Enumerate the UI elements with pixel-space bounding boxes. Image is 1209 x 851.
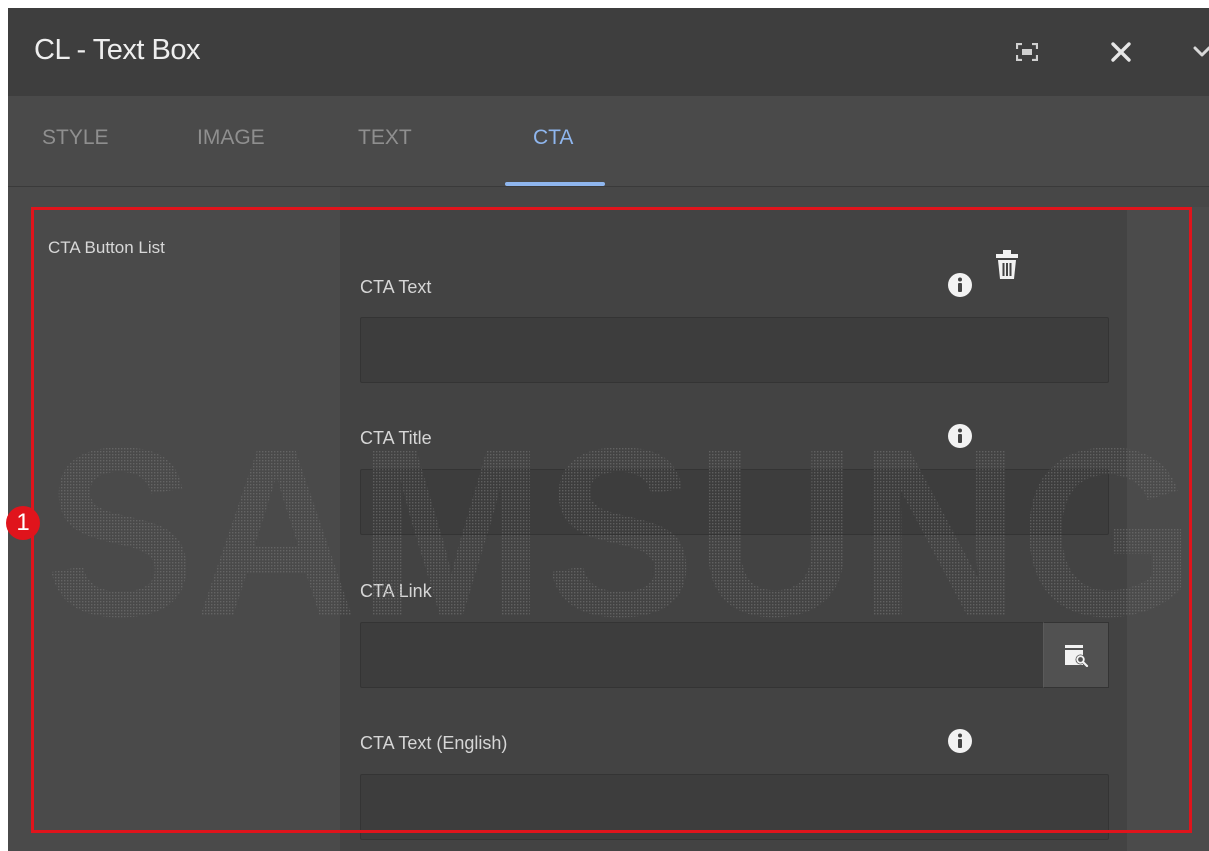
chevron-down-icon: [1193, 46, 1209, 57]
close-button[interactable]: [1099, 30, 1143, 74]
fullscreen-icon: [1016, 43, 1038, 61]
close-icon: [1111, 42, 1131, 62]
cta-title-label: CTA Title: [360, 428, 432, 448]
cta-text-english-input[interactable]: [360, 774, 1109, 840]
cta-text-english-label: CTA Text (English): [360, 733, 508, 753]
folder-search-icon: [1065, 645, 1089, 667]
tab-image[interactable]: IMAGE: [197, 126, 265, 150]
title-bar: CL - Text Box: [8, 8, 1209, 96]
cta-item-form: CTA Text CTA Title CTA Link CTA Text (En…: [340, 207, 1127, 851]
info-icon[interactable]: [948, 729, 972, 753]
tab-cta[interactable]: CTA: [533, 126, 573, 150]
section-label: CTA Button List: [48, 238, 165, 257]
scroll-gutter: [1127, 207, 1209, 851]
cta-text-input[interactable]: [360, 317, 1109, 383]
dialog: CL - Text Box STYLE IMAGE TEXT CTA CTA B…: [8, 8, 1209, 851]
annotation-badge: 1: [6, 506, 40, 540]
tab-bar: STYLE IMAGE TEXT CTA: [8, 96, 1209, 187]
fullscreen-button[interactable]: [1005, 30, 1049, 74]
collapse-button[interactable]: [1180, 30, 1209, 74]
cta-link-input[interactable]: [360, 622, 1044, 688]
active-tab-indicator: [505, 182, 605, 186]
tab-style[interactable]: STYLE: [42, 126, 109, 150]
dialog-title: CL - Text Box: [34, 34, 200, 66]
browse-path-button[interactable]: [1043, 622, 1109, 688]
trash-icon[interactable]: [994, 249, 1020, 281]
info-icon[interactable]: [948, 273, 972, 297]
tab-text[interactable]: TEXT: [358, 126, 412, 150]
section-label-column: CTA Button List: [8, 187, 340, 851]
dialog-content: CTA Button List CTA Text CTA Title CTA L…: [8, 187, 1209, 851]
info-icon[interactable]: [948, 424, 972, 448]
cta-link-label: CTA Link: [360, 581, 432, 601]
cta-text-label: CTA Text: [360, 277, 432, 297]
cta-title-input[interactable]: [360, 469, 1109, 535]
